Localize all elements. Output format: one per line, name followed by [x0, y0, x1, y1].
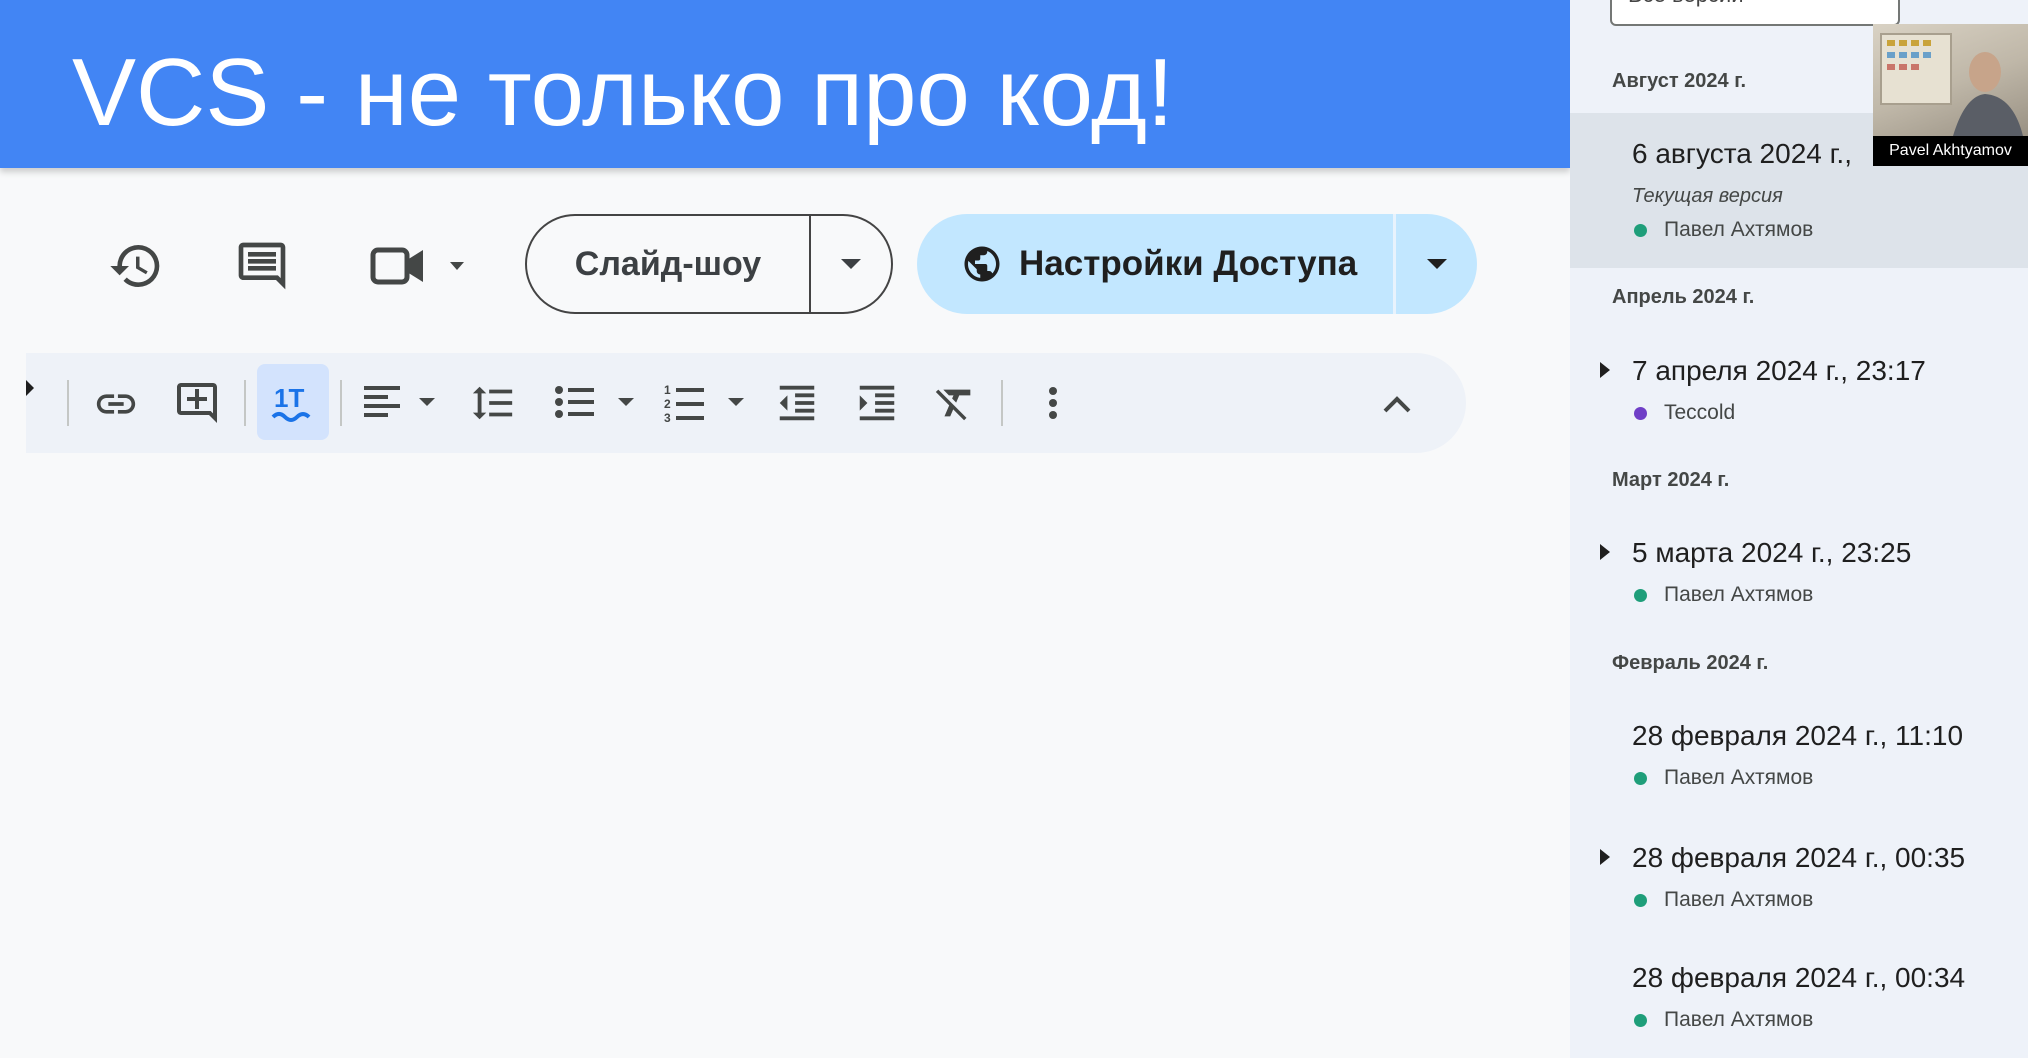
globe-icon	[961, 243, 1003, 285]
share-dropdown[interactable]	[1397, 214, 1477, 314]
version-author: Павел Ахтямов	[1664, 583, 1814, 606]
author-color-dot	[1634, 407, 1647, 420]
share-label: Настройки Доступа	[1019, 244, 1358, 283]
share-divider	[1393, 214, 1396, 314]
highlight-text-icon[interactable]: 1T	[268, 380, 318, 426]
author-color-dot	[1634, 1014, 1647, 1027]
caret-down-icon	[841, 259, 861, 269]
toolbar-divider	[244, 380, 246, 426]
chevron-up-icon[interactable]	[1380, 384, 1414, 424]
version-author: Павел Ахтямов	[1664, 766, 1814, 789]
webcam-overlay: Pavel Akhtyamov	[1873, 24, 2028, 166]
share-button[interactable]: Настройки Доступа	[917, 214, 1477, 314]
increase-indent-icon[interactable]	[852, 380, 902, 426]
author-color-dot	[1634, 772, 1647, 785]
version-author: Teccold	[1664, 401, 1736, 424]
month-header: Август 2024 г.	[1612, 70, 1747, 92]
version-author: Павел Ахтямов	[1664, 1008, 1814, 1031]
numbered-list-icon[interactable]: 1 2 3	[662, 380, 752, 426]
version-filter-select[interactable]: Все версии	[1610, 0, 1900, 26]
version-title[interactable]: 28 февраля 2024 г., 11:10	[1632, 720, 1963, 752]
decrease-indent-icon[interactable]	[772, 380, 822, 426]
version-author: Павел Ахтямов	[1664, 218, 1814, 241]
history-icon[interactable]	[106, 236, 166, 296]
version-title[interactable]: 28 февраля 2024 г., 00:35	[1632, 842, 1965, 874]
slideshow-dropdown[interactable]	[811, 257, 891, 271]
link-icon[interactable]	[92, 380, 140, 428]
version-title[interactable]: 5 марта 2024 г., 23:25	[1632, 537, 1911, 569]
toolbar-divider	[1001, 380, 1003, 426]
clear-formatting-icon[interactable]	[930, 380, 980, 426]
version-filter-label: Все версии	[1628, 0, 1744, 8]
toolbar-divider	[67, 380, 69, 426]
slide-title-banner: VCS - не только про код!	[0, 0, 1570, 168]
webcam-name-label: Pavel Akhtyamov	[1873, 136, 2028, 166]
toolbar-divider	[340, 380, 342, 426]
slideshow-label: Слайд-шоу	[574, 244, 762, 283]
version-title[interactable]: 28 февраля 2024 г., 00:34	[1632, 962, 1965, 994]
video-camera-icon[interactable]	[368, 236, 478, 296]
expand-arrow-icon[interactable]	[1600, 362, 1610, 378]
line-spacing-icon[interactable]	[468, 380, 518, 426]
bulleted-list-icon[interactable]	[552, 380, 642, 426]
caret-down-icon	[1427, 259, 1447, 269]
author-color-dot	[1634, 894, 1647, 907]
expand-arrow-icon[interactable]	[1600, 544, 1610, 560]
version-title[interactable]: 7 апреля 2024 г., 23:17	[1632, 355, 1926, 387]
month-header: Апрель 2024 г.	[1612, 286, 1755, 308]
expand-left-icon[interactable]	[24, 378, 36, 398]
svg-text:1: 1	[664, 383, 671, 397]
month-header: Февраль 2024 г.	[1612, 652, 1769, 674]
svg-text:2: 2	[664, 397, 671, 411]
svg-text:3: 3	[664, 411, 671, 425]
slide-title: VCS - не только про код!	[72, 39, 1174, 146]
version-author: Павел Ахтямов	[1664, 888, 1814, 911]
current-version-label: Текущая версия	[1632, 185, 1783, 207]
add-comment-icon[interactable]	[172, 378, 222, 428]
svg-text:1T: 1T	[274, 383, 304, 413]
expand-arrow-icon[interactable]	[1600, 849, 1610, 865]
month-header: Март 2024 г.	[1612, 469, 1730, 491]
slideshow-button[interactable]: Слайд-шоу	[525, 214, 893, 314]
version-title[interactable]: 6 августа 2024 г.,	[1632, 138, 1852, 170]
comment-icon[interactable]	[232, 236, 292, 296]
more-vert-icon[interactable]	[1040, 380, 1066, 426]
align-left-icon[interactable]	[360, 380, 444, 426]
author-color-dot	[1634, 589, 1647, 602]
author-color-dot	[1634, 224, 1647, 237]
